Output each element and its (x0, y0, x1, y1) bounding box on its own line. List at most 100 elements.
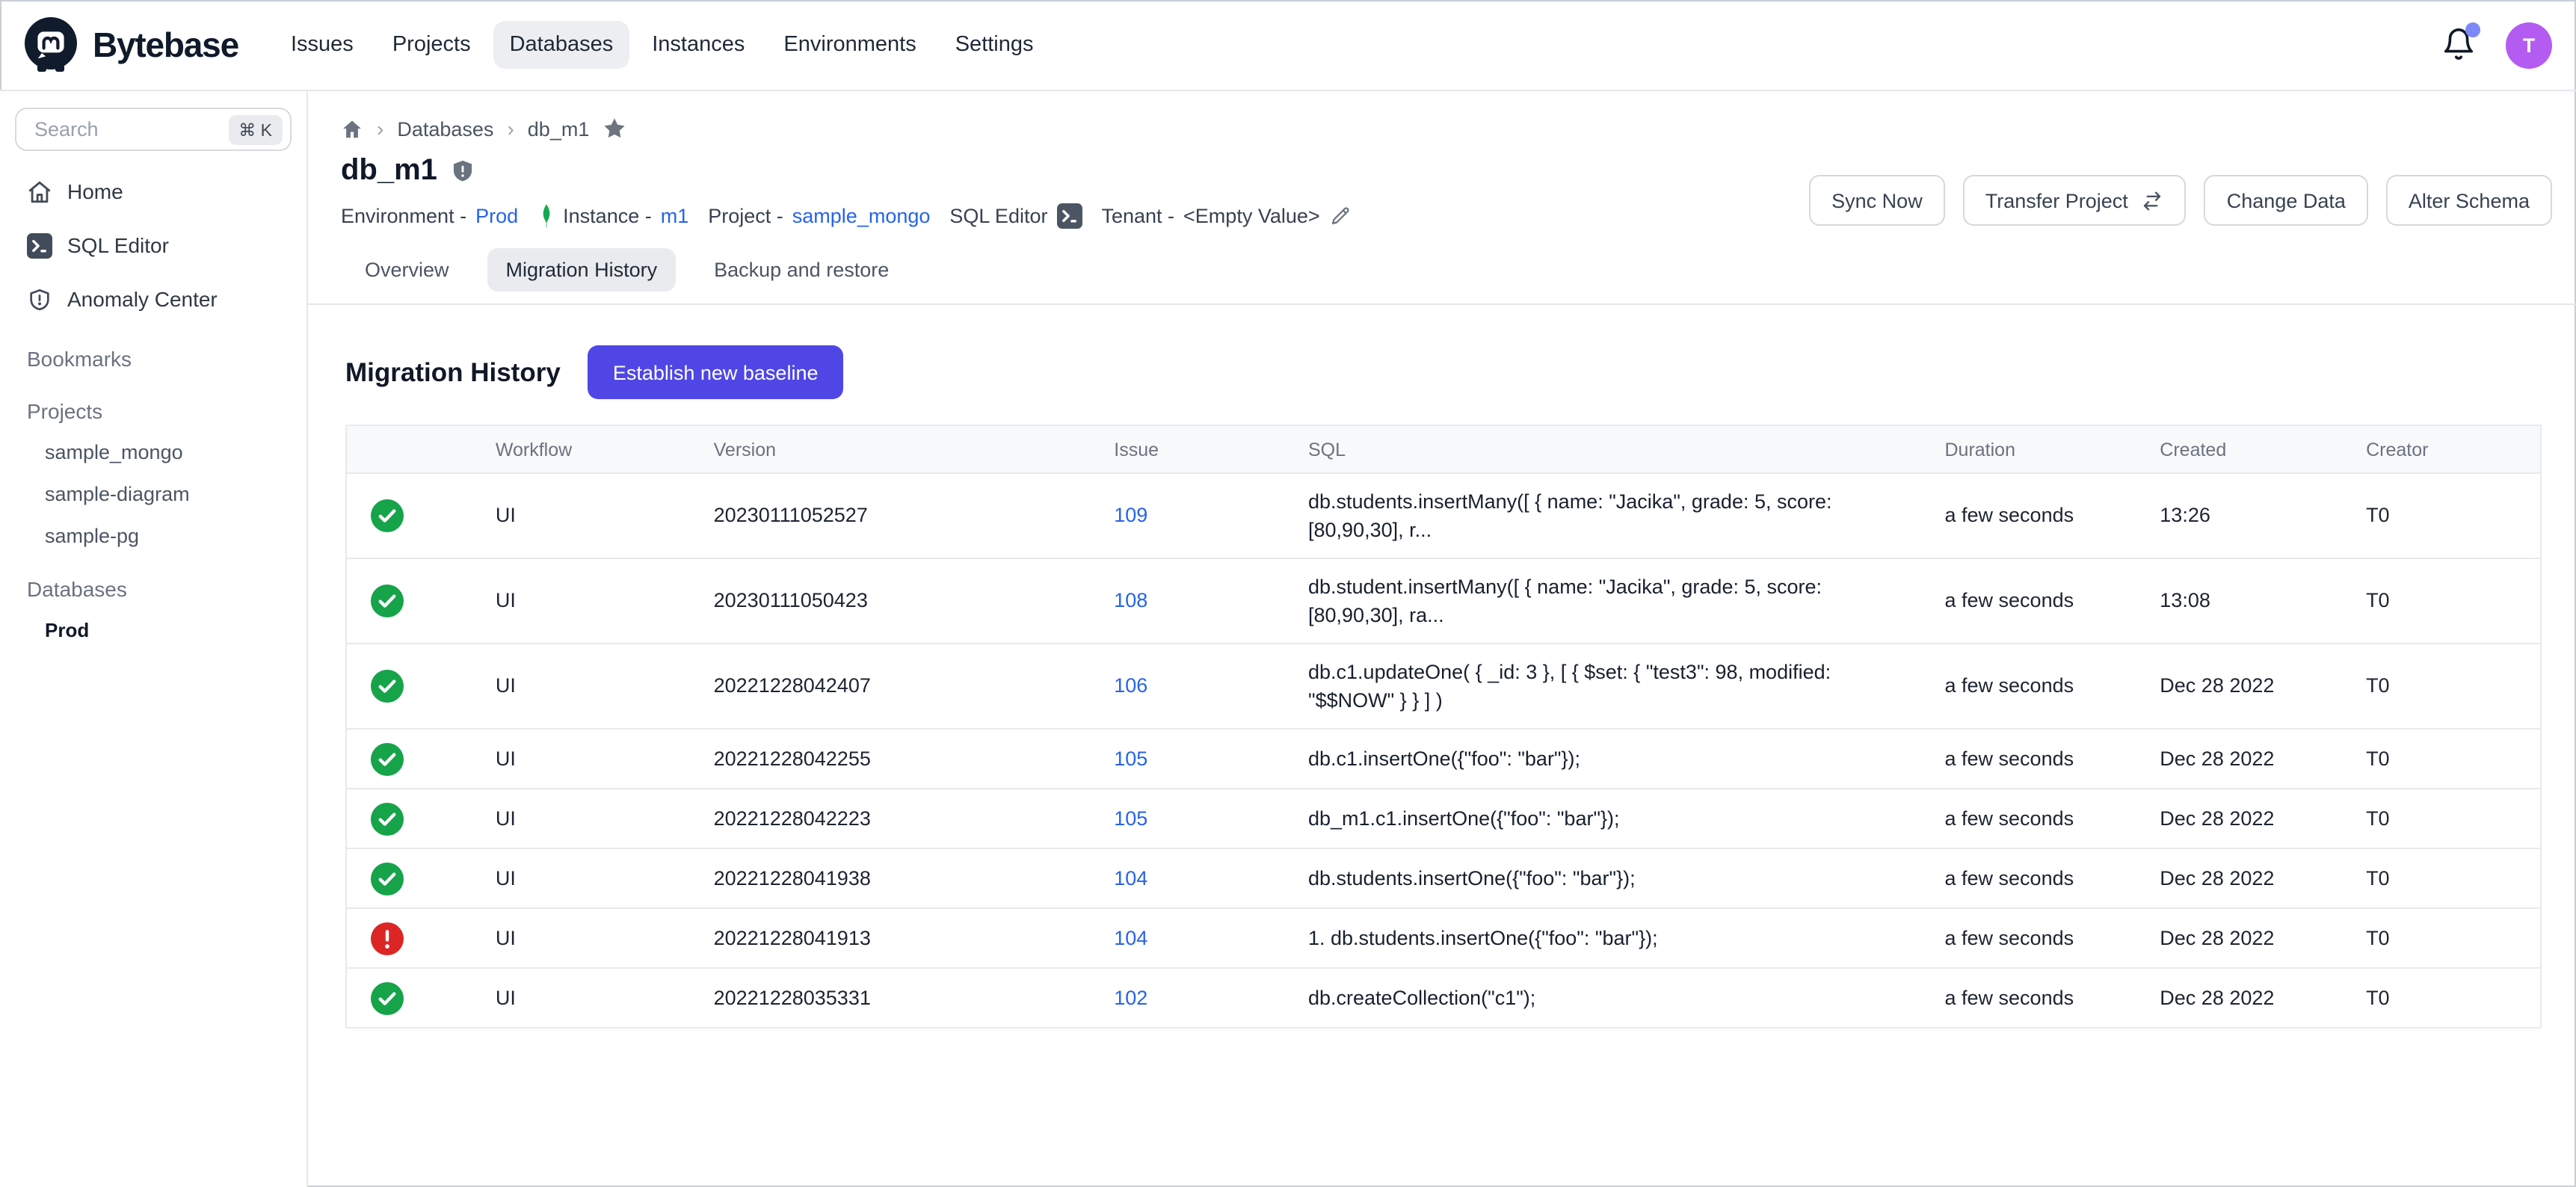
sidebar-item-anomaly-center[interactable]: Anomaly Center (0, 272, 306, 326)
issue-link[interactable]: 109 (1114, 505, 1147, 527)
workflow-cell: UI (496, 789, 714, 848)
instance-link[interactable]: m1 (661, 205, 689, 227)
version-cell: 20221228042223 (714, 789, 1115, 848)
home-icon (27, 179, 52, 204)
version-cell: 20221228035331 (714, 968, 1115, 1028)
button-label: Sync Now (1831, 189, 1923, 212)
workflow-cell: UI (496, 558, 714, 644)
issue-link[interactable]: 104 (1114, 867, 1147, 890)
search-input[interactable] (31, 117, 181, 142)
workflow-cell: UI (496, 848, 714, 908)
bytebase-logo-icon (19, 13, 82, 76)
breadcrumb-databases[interactable]: Databases (397, 117, 493, 140)
sidebar-section-bookmarks: Bookmarks (0, 339, 306, 378)
sql-text: db.students.insertMany([ { name: "Jacika… (1308, 487, 1906, 545)
migration-table-wrap: Workflow Version Issue SQL Duration Crea… (345, 425, 2542, 1029)
tab-migration-history[interactable]: Migration History (488, 248, 676, 292)
migration-section-header: Migration History Establish new baseline (308, 305, 2576, 399)
sidebar-item-label: SQL Editor (67, 233, 169, 257)
notifications-bell-icon[interactable] (2441, 27, 2477, 63)
version-cell: 20221228041938 (714, 848, 1115, 908)
breadcrumb-db-m1[interactable]: db_m1 (528, 117, 590, 140)
tab-backup-and-restore[interactable]: Backup and restore (696, 248, 907, 292)
shield-alert-icon (27, 286, 52, 312)
bookmark-star-icon[interactable] (603, 117, 626, 141)
mongodb-leaf-icon (537, 203, 554, 229)
issue-link[interactable]: 102 (1114, 987, 1147, 1009)
search-box[interactable]: ⌘ K (15, 108, 292, 151)
bytebase-logo[interactable]: Bytebase (19, 13, 238, 76)
table-header-row: Workflow Version Issue SQL Duration Crea… (346, 425, 2541, 473)
button-label: Change Data (2227, 189, 2346, 212)
workflow-cell: UI (496, 968, 714, 1028)
issue-link[interactable]: 108 (1114, 590, 1147, 612)
created-cell: 13:26 (2160, 473, 2366, 558)
sql-text: db.student.insertMany([ { name: "Jacika"… (1308, 572, 1906, 630)
duration-cell: a few seconds (1945, 908, 2160, 968)
col-issue: Issue (1114, 425, 1308, 473)
project-link[interactable]: sample_mongo (792, 205, 931, 227)
duration-cell: a few seconds (1945, 789, 2160, 848)
main-content: › Databases › db_m1 db_m1 (308, 91, 2576, 1187)
title-block: db_m1 Environment - Prod (341, 154, 1352, 229)
establish-baseline-button[interactable]: Establish new baseline (588, 345, 844, 399)
workflow-cell: UI (496, 729, 714, 789)
tab-overview[interactable]: Overview (347, 248, 467, 292)
sql-text: db_m1.c1.insertOne({"foo": "bar"}); (1308, 804, 1906, 833)
sidebar-item-sql-editor[interactable]: SQL Editor (0, 218, 306, 272)
database-meta-row: Environment - Prod Instance - m1 Project… (341, 203, 1352, 229)
sidebar-item-sample-mongo[interactable]: sample_mongo (0, 431, 306, 472)
alter-schema-button[interactable]: Alter Schema (2386, 175, 2552, 226)
created-cell: Dec 28 2022 (2160, 848, 2366, 908)
issue-link[interactable]: 105 (1114, 747, 1147, 770)
sidebar-item-sample-pg[interactable]: sample-pg (0, 514, 306, 556)
col-duration: Duration (1945, 425, 2160, 473)
col-creator: Creator (2366, 425, 2541, 473)
issue-link[interactable]: 104 (1114, 927, 1147, 949)
notification-dot (2465, 22, 2480, 37)
created-cell: Dec 28 2022 (2160, 789, 2366, 848)
breadcrumb-home-icon[interactable] (341, 117, 363, 140)
migration-history-heading: Migration History (345, 357, 561, 388)
sql-text: db.c1.insertOne({"foo": "bar"}); (1308, 744, 1906, 774)
avatar[interactable]: T (2506, 22, 2552, 68)
nav-item-environments[interactable]: Environments (767, 21, 932, 69)
created-cell: Dec 28 2022 (2160, 729, 2366, 789)
version-cell: 20230111052527 (714, 473, 1115, 558)
creator-cell: T0 (2366, 908, 2541, 968)
edit-pencil-icon[interactable] (1329, 205, 1352, 227)
database-tabs: Overview Migration History Backup and re… (308, 229, 2576, 292)
status-success-icon (371, 862, 496, 895)
sync-now-button[interactable]: Sync Now (1809, 175, 1945, 226)
environment-link[interactable]: Prod (475, 205, 518, 227)
sql-text: 1. db.students.insertOne({"foo": "bar"})… (1308, 924, 1906, 953)
shield-icon (451, 158, 476, 184)
sidebar-item-label: Anomaly Center (67, 287, 218, 311)
version-cell: 20221228041913 (714, 908, 1115, 968)
table-row: UI20221228042407106db.c1.updateOne( { _i… (346, 644, 2541, 729)
nav-item-issues[interactable]: Issues (274, 21, 370, 69)
nav-item-instances[interactable]: Instances (635, 21, 761, 69)
change-data-button[interactable]: Change Data (2204, 175, 2368, 226)
button-label: Transfer Project (1985, 189, 2128, 212)
breadcrumb-separator: › (377, 117, 383, 141)
creator-cell: T0 (2366, 729, 2541, 789)
nav-item-projects[interactable]: Projects (376, 21, 487, 69)
issue-link[interactable]: 106 (1114, 675, 1147, 697)
workflow-cell: UI (496, 908, 714, 968)
duration-cell: a few seconds (1945, 473, 2160, 558)
sidebar-item-home[interactable]: Home (0, 164, 306, 218)
tenant-label: Tenant - (1101, 205, 1174, 227)
sidebar-item-sample-diagram[interactable]: sample-diagram (0, 472, 306, 514)
workflow-cell: UI (496, 644, 714, 729)
table-row: UI20230111050423108db.student.insertMany… (346, 558, 2541, 644)
transfer-project-button[interactable]: Transfer Project (1963, 175, 2187, 226)
sql-editor-icon[interactable] (1056, 203, 1082, 229)
nav-item-databases[interactable]: Databases (493, 21, 630, 69)
nav-item-settings[interactable]: Settings (939, 21, 1050, 69)
breadcrumb: › Databases › db_m1 (308, 91, 2576, 141)
status-success-icon (371, 585, 496, 617)
sidebar-section-projects: Projects (0, 392, 306, 431)
issue-link[interactable]: 105 (1114, 807, 1147, 830)
sidebar-item-prod[interactable]: Prod (0, 608, 306, 650)
